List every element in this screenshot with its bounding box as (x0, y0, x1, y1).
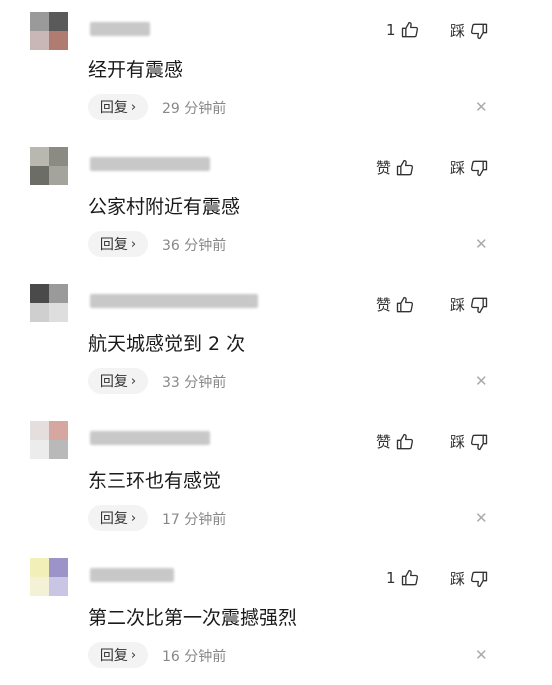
avatar[interactable] (30, 284, 68, 322)
thumbs-up-icon (396, 159, 414, 175)
thumbs-down-icon (470, 434, 488, 450)
comment-item: 赞 踩 航天城感觉到 2 次 回复 › 33 分钟前 ✕ (0, 274, 552, 411)
thumbs-down-icon (470, 571, 488, 587)
chevron-right-icon: › (130, 236, 137, 252)
thumbs-down-icon (470, 160, 488, 176)
close-icon[interactable]: ✕ (475, 98, 488, 116)
close-icon[interactable]: ✕ (475, 372, 488, 390)
comment-item: 1 踩 第二次比第一次震撼强烈 回复 › 16 分钟前 ✕ (0, 548, 552, 685)
like-button[interactable]: 1 (386, 568, 420, 588)
avatar[interactable] (30, 147, 68, 185)
avatar[interactable] (30, 558, 68, 596)
dislike-button[interactable]: 踩 (450, 20, 489, 41)
chevron-right-icon: › (130, 510, 137, 526)
like-count: 赞 (376, 296, 392, 314)
like-button[interactable]: 1 (386, 20, 420, 40)
username[interactable] (90, 568, 174, 582)
like-button[interactable]: 赞 (376, 431, 415, 452)
close-icon[interactable]: ✕ (475, 646, 488, 664)
timestamp: 16 分钟前 (162, 649, 227, 665)
username[interactable] (90, 431, 210, 445)
thumbs-down-icon (470, 297, 488, 313)
reply-button[interactable]: 回复 › (88, 94, 148, 120)
like-count: 1 (386, 569, 396, 587)
chevron-right-icon: › (130, 99, 137, 115)
avatar[interactable] (30, 12, 68, 50)
dislike-button[interactable]: 踩 (450, 294, 489, 315)
like-count: 赞 (376, 159, 392, 177)
comment-item: 赞 踩 公家村附近有震感 回复 › 36 分钟前 ✕ (0, 137, 552, 274)
avatar[interactable] (30, 421, 68, 459)
comment-item: 赞 踩 东三环也有感觉 回复 › 17 分钟前 ✕ (0, 411, 552, 548)
thumbs-up-icon (396, 433, 414, 449)
username[interactable] (90, 294, 258, 308)
like-count: 1 (386, 21, 396, 39)
thumbs-up-icon (396, 296, 414, 312)
reply-button[interactable]: 回复 › (88, 505, 148, 531)
thumbs-down-icon (470, 23, 488, 39)
like-button[interactable]: 赞 (376, 157, 415, 178)
username[interactable] (90, 157, 210, 171)
chevron-right-icon: › (130, 647, 137, 663)
chevron-right-icon: › (130, 373, 137, 389)
dislike-button[interactable]: 踩 (450, 431, 489, 452)
dislike-button[interactable]: 踩 (450, 568, 489, 589)
thumbs-up-icon (401, 569, 418, 586)
like-button[interactable]: 赞 (376, 294, 415, 315)
comment-text: 航天城感觉到 2 次 (88, 333, 246, 355)
timestamp: 29 分钟前 (162, 101, 227, 117)
close-icon[interactable]: ✕ (475, 235, 488, 253)
comment-text: 公家村附近有震感 (88, 196, 241, 218)
comment-text: 经开有震感 (88, 59, 184, 81)
timestamp: 17 分钟前 (162, 512, 227, 528)
timestamp: 36 分钟前 (162, 238, 227, 254)
reply-button[interactable]: 回复 › (88, 368, 148, 394)
dislike-button[interactable]: 踩 (450, 157, 489, 178)
timestamp: 33 分钟前 (162, 375, 227, 391)
username[interactable] (90, 22, 150, 36)
comment-item: 1 踩 经开有震感 回复 › 29 分钟前 ✕ (0, 0, 552, 137)
reply-button[interactable]: 回复 › (88, 642, 148, 668)
close-icon[interactable]: ✕ (475, 509, 488, 527)
comment-text: 东三环也有感觉 (88, 470, 222, 492)
like-count: 赞 (376, 433, 392, 451)
reply-button[interactable]: 回复 › (88, 231, 148, 257)
thumbs-up-icon (401, 21, 418, 38)
comment-text: 第二次比第一次震撼强烈 (88, 607, 298, 629)
